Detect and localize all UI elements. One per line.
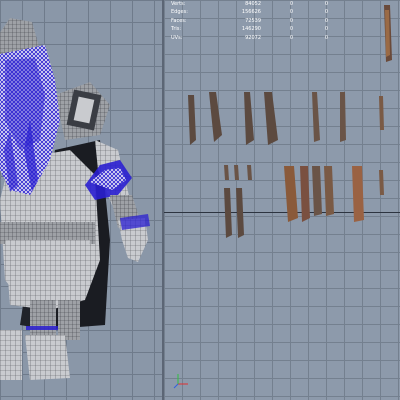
poly-count-hud: Verts: 84052 0 0 Edges: 156626 0 0 Faces… — [171, 0, 331, 43]
hud-percent: 0 — [324, 17, 328, 24]
hud-value: 156626 — [241, 9, 261, 16]
hud-row-edges: Edges: 156626 0 0 — [171, 9, 331, 18]
hud-percent: 0 — [324, 26, 328, 33]
hud-percent: 0 — [324, 34, 328, 41]
hud-label: Verts: — [171, 0, 186, 7]
hud-selected: 0 — [289, 9, 293, 16]
hud-value: 146290 — [241, 26, 261, 33]
hud-label: Faces: — [171, 17, 187, 24]
hud-row-faces: Faces: 72539 0 0 — [171, 17, 331, 26]
hud-row-verts: Verts: 84052 0 0 — [171, 0, 331, 9]
hud-label: UVs: — [171, 34, 183, 41]
character-wireframe-model[interactable] — [0, 0, 163, 400]
hud-value: 92072 — [245, 34, 261, 41]
hud-selected: 0 — [289, 34, 293, 41]
perspective-viewport[interactable] — [0, 0, 163, 400]
hud-row-tris: Tris: 146290 0 0 — [171, 26, 331, 35]
uv-shells[interactable] — [164, 0, 400, 400]
axis-gizmo-icon — [173, 374, 188, 389]
hud-row-uvs: UVs: 92072 0 0 — [171, 34, 331, 43]
hud-value: 84052 — [245, 0, 261, 7]
hud-label: Edges: — [171, 9, 188, 16]
hud-percent: 0 — [324, 0, 328, 7]
maya-workspace: Verts: 84052 0 0 Edges: 156626 0 0 Faces… — [0, 0, 400, 400]
hud-label: Tris: — [171, 26, 182, 33]
hud-selected: 0 — [289, 17, 293, 24]
hud-selected: 0 — [289, 26, 293, 33]
hud-percent: 0 — [324, 9, 328, 16]
hud-value: 72539 — [245, 17, 261, 24]
hud-selected: 0 — [289, 0, 293, 7]
